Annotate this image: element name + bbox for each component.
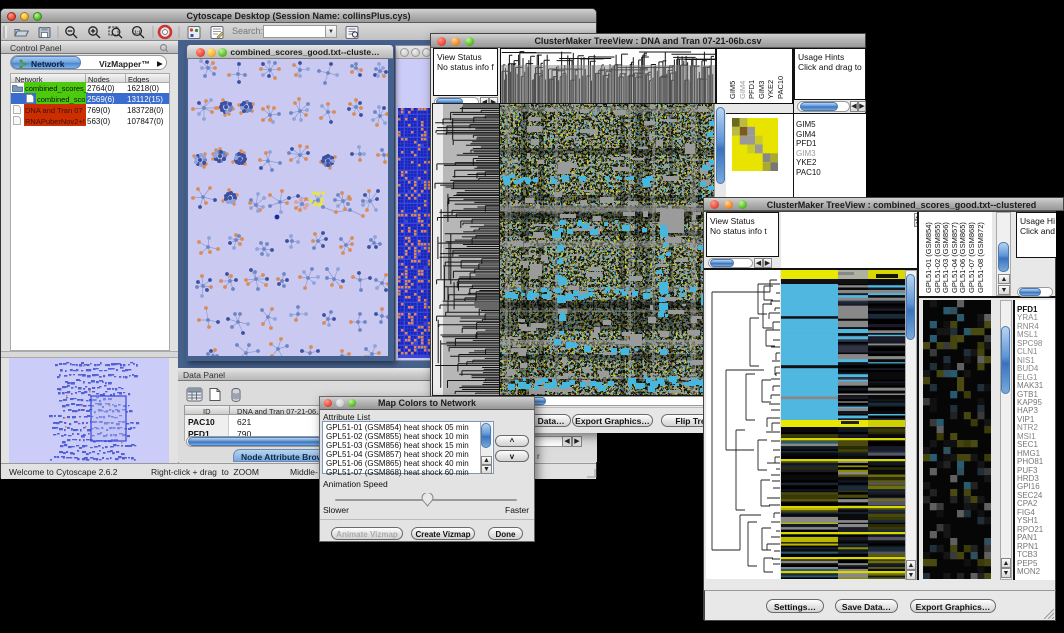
- svg-text:1:1: 1:1: [134, 29, 141, 34]
